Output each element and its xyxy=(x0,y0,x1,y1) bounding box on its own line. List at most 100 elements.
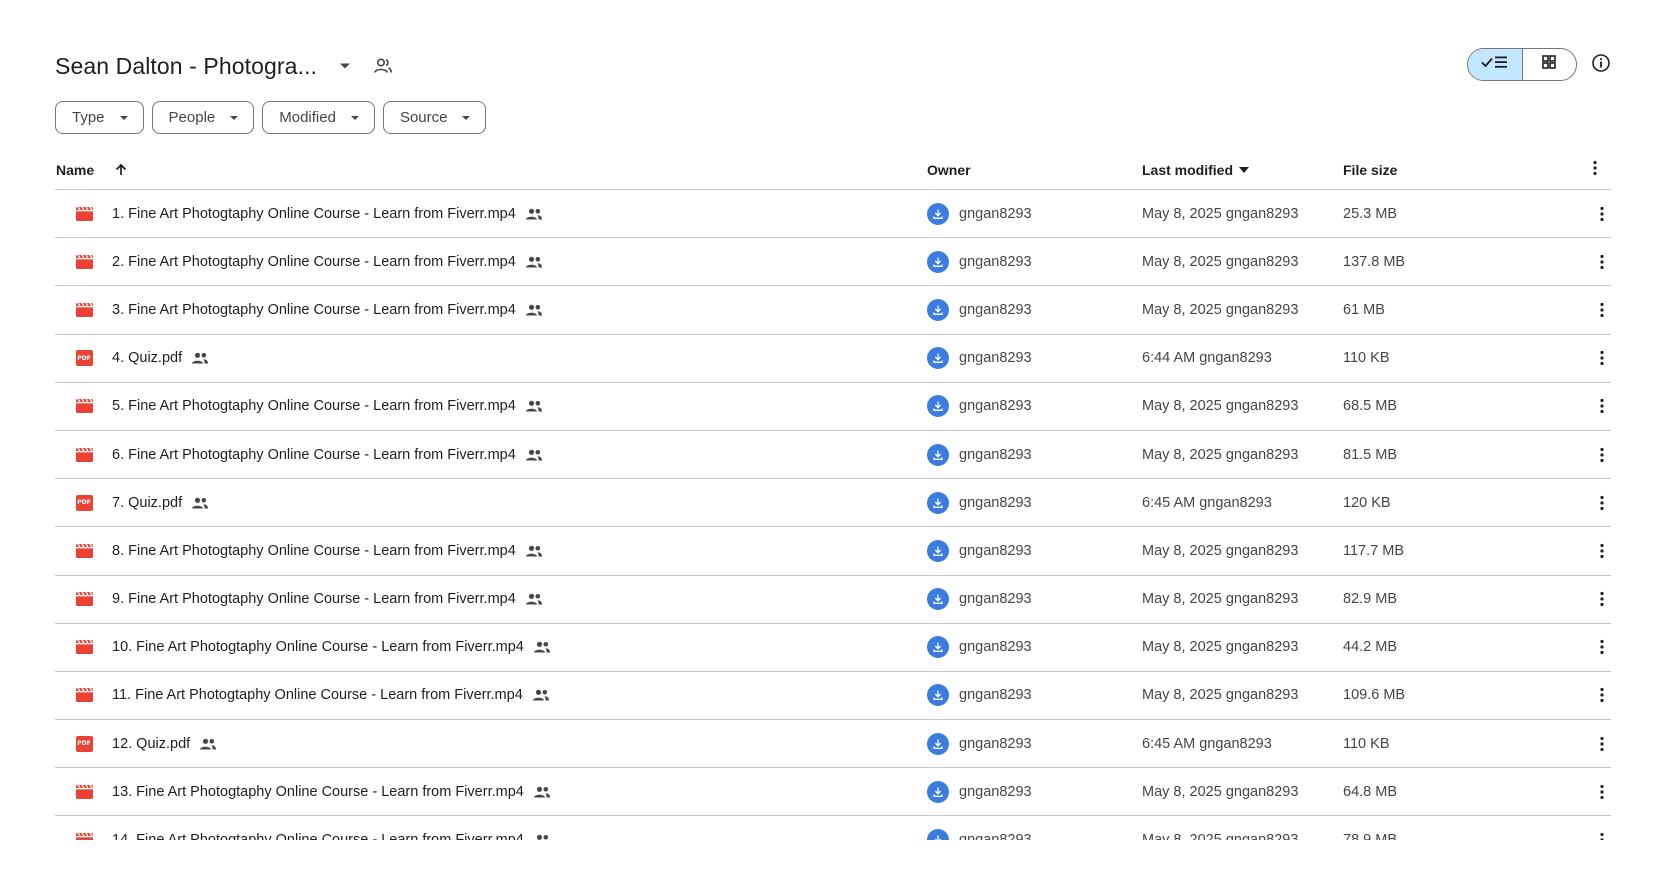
owner-avatar xyxy=(927,588,949,611)
last-modified: May 8, 2025 gngan8293 xyxy=(1142,591,1299,608)
video-file-icon xyxy=(75,302,93,318)
more-vert-icon[interactable] xyxy=(1593,541,1611,561)
list-view-button[interactable] xyxy=(1468,49,1523,80)
pdf-icon: PDF xyxy=(75,350,93,367)
file-name[interactable]: 13. Fine Art Photogtaphy Online Course -… xyxy=(112,784,524,800)
shared-icon xyxy=(525,544,543,558)
video-file-icon xyxy=(75,639,93,655)
last-modified: May 8, 2025 gngan8293 xyxy=(1142,301,1299,318)
more-vert-icon[interactable] xyxy=(1593,300,1611,320)
shared-icon xyxy=(532,688,550,702)
filter-type[interactable]: Type xyxy=(55,101,144,134)
file-name[interactable]: 3. Fine Art Photogtaphy Online Course - … xyxy=(112,302,516,318)
shared-folder-icon[interactable] xyxy=(369,52,397,80)
table-row[interactable]: 5. Fine Art Photogtaphy Online Course - … xyxy=(55,383,1611,431)
table-row[interactable]: 1. Fine Art Photogtaphy Online Course - … xyxy=(55,190,1611,239)
owner-avatar xyxy=(927,636,949,659)
filter-source[interactable]: Source xyxy=(382,101,487,134)
owner-name: gngan8293 xyxy=(959,591,1032,608)
more-vert-icon[interactable] xyxy=(1593,160,1597,179)
file-size: 44.2 MB xyxy=(1343,639,1397,656)
owner-avatar xyxy=(927,491,949,514)
file-name[interactable]: 10. Fine Art Photogtaphy Online Course -… xyxy=(112,639,524,655)
table-row[interactable]: 11. Fine Art Photogtaphy Online Course -… xyxy=(55,672,1611,721)
more-vert-icon[interactable] xyxy=(1593,204,1611,224)
file-name[interactable]: 5. Fine Art Photogtaphy Online Course - … xyxy=(112,398,516,414)
filter-label: People xyxy=(168,109,216,126)
file-name[interactable]: 6. Fine Art Photogtaphy Online Course - … xyxy=(112,447,516,463)
caret-down-icon[interactable] xyxy=(331,52,359,80)
column-last-modified[interactable]: Last modified xyxy=(1142,162,1250,178)
shared-icon xyxy=(191,496,209,510)
file-name[interactable]: 12. Quiz.pdf xyxy=(112,736,190,752)
file-name[interactable]: 14. Fine Art Photogtaphy Online Course -… xyxy=(112,832,524,840)
file-size: 110 KB xyxy=(1343,350,1390,367)
owner-name: gngan8293 xyxy=(959,253,1032,270)
owner-name: gngan8293 xyxy=(959,542,1032,559)
more-vert-icon[interactable] xyxy=(1593,685,1611,705)
table-row[interactable]: 10. Fine Art Photogtaphy Online Course -… xyxy=(55,624,1611,672)
last-modified: May 8, 2025 gngan8293 xyxy=(1142,446,1299,463)
caret-down-icon xyxy=(350,113,360,123)
owner-avatar xyxy=(927,780,949,803)
more-vert-icon[interactable] xyxy=(1593,493,1611,513)
file-name[interactable]: 2. Fine Art Photogtaphy Online Course - … xyxy=(112,254,516,270)
video-file-icon xyxy=(75,254,93,270)
file-table: Name Owner Last modified File size 1. Fi… xyxy=(55,150,1611,840)
more-vert-icon[interactable] xyxy=(1593,396,1611,416)
more-vert-icon[interactable] xyxy=(1593,782,1611,802)
filter-people[interactable]: People xyxy=(151,101,255,134)
video-file-icon xyxy=(75,784,93,800)
table-row[interactable]: PDF 7. Quiz.pdf gngan8293 6:45 AM gngan8… xyxy=(55,479,1611,528)
table-row[interactable]: 2. Fine Art Photogtaphy Online Course - … xyxy=(55,238,1611,287)
file-size: 64.8 MB xyxy=(1343,783,1397,800)
table-row[interactable]: 13. Fine Art Photogtaphy Online Course -… xyxy=(55,768,1611,817)
file-size: 109.6 MB xyxy=(1343,687,1406,704)
owner-avatar xyxy=(927,298,949,321)
view-toggle xyxy=(1467,48,1577,81)
owner-name: gngan8293 xyxy=(959,446,1032,463)
video-file-icon xyxy=(75,447,93,463)
filter-label: Source xyxy=(399,109,448,126)
table-row[interactable]: 6. Fine Art Photogtaphy Online Course - … xyxy=(55,431,1611,480)
check-list-icon xyxy=(1480,54,1510,75)
folder-title[interactable]: Sean Dalton - Photogra... xyxy=(55,53,317,80)
last-modified: 6:45 AM gngan8293 xyxy=(1142,735,1272,752)
arrow-up-icon[interactable] xyxy=(114,163,128,177)
column-name[interactable]: Name xyxy=(56,162,128,178)
last-modified: May 8, 2025 gngan8293 xyxy=(1142,205,1299,222)
table-row[interactable]: 8. Fine Art Photogtaphy Online Course - … xyxy=(55,527,1611,576)
more-vert-icon[interactable] xyxy=(1593,252,1611,272)
file-name[interactable]: 9. Fine Art Photogtaphy Online Course - … xyxy=(112,591,516,607)
table-row[interactable]: 3. Fine Art Photogtaphy Online Course - … xyxy=(55,286,1611,335)
file-size: 68.5 MB xyxy=(1343,398,1397,415)
file-size: 25.3 MB xyxy=(1343,205,1397,222)
column-file-size: File size xyxy=(1343,161,1398,178)
table-row[interactable]: 9. Fine Art Photogtaphy Online Course - … xyxy=(55,576,1611,624)
file-name[interactable]: 7. Quiz.pdf xyxy=(112,495,182,511)
video-file-icon xyxy=(75,206,93,222)
video-file-icon xyxy=(75,591,93,607)
grid-view-button[interactable] xyxy=(1523,49,1577,80)
file-name[interactable]: 4. Quiz.pdf xyxy=(112,350,182,366)
info-button[interactable] xyxy=(1588,52,1614,78)
more-vert-icon[interactable] xyxy=(1593,830,1611,840)
file-name[interactable]: 1. Fine Art Photogtaphy Online Course - … xyxy=(112,206,516,222)
more-vert-icon[interactable] xyxy=(1593,589,1611,609)
more-vert-icon[interactable] xyxy=(1593,348,1611,368)
page-header: Sean Dalton - Photogra... xyxy=(55,44,1617,88)
more-vert-icon[interactable] xyxy=(1593,637,1611,657)
last-modified: May 8, 2025 gngan8293 xyxy=(1142,639,1299,656)
table-row[interactable]: PDF 4. Quiz.pdf gngan8293 6:44 AM gngan8… xyxy=(55,335,1611,383)
owner-name: gngan8293 xyxy=(959,350,1032,367)
file-name[interactable]: 8. Fine Art Photogtaphy Online Course - … xyxy=(112,543,516,559)
filter-modified[interactable]: Modified xyxy=(262,101,375,134)
table-row[interactable]: 14. Fine Art Photogtaphy Online Course -… xyxy=(55,816,1611,840)
owner-name: gngan8293 xyxy=(959,205,1032,222)
table-row[interactable]: PDF 12. Quiz.pdf gngan8293 6:45 AM gngan… xyxy=(55,720,1611,769)
more-vert-icon[interactable] xyxy=(1593,734,1611,754)
owner-avatar xyxy=(927,443,949,466)
owner-avatar xyxy=(927,347,949,370)
file-name[interactable]: 11. Fine Art Photogtaphy Online Course -… xyxy=(112,687,523,703)
more-vert-icon[interactable] xyxy=(1593,445,1611,465)
